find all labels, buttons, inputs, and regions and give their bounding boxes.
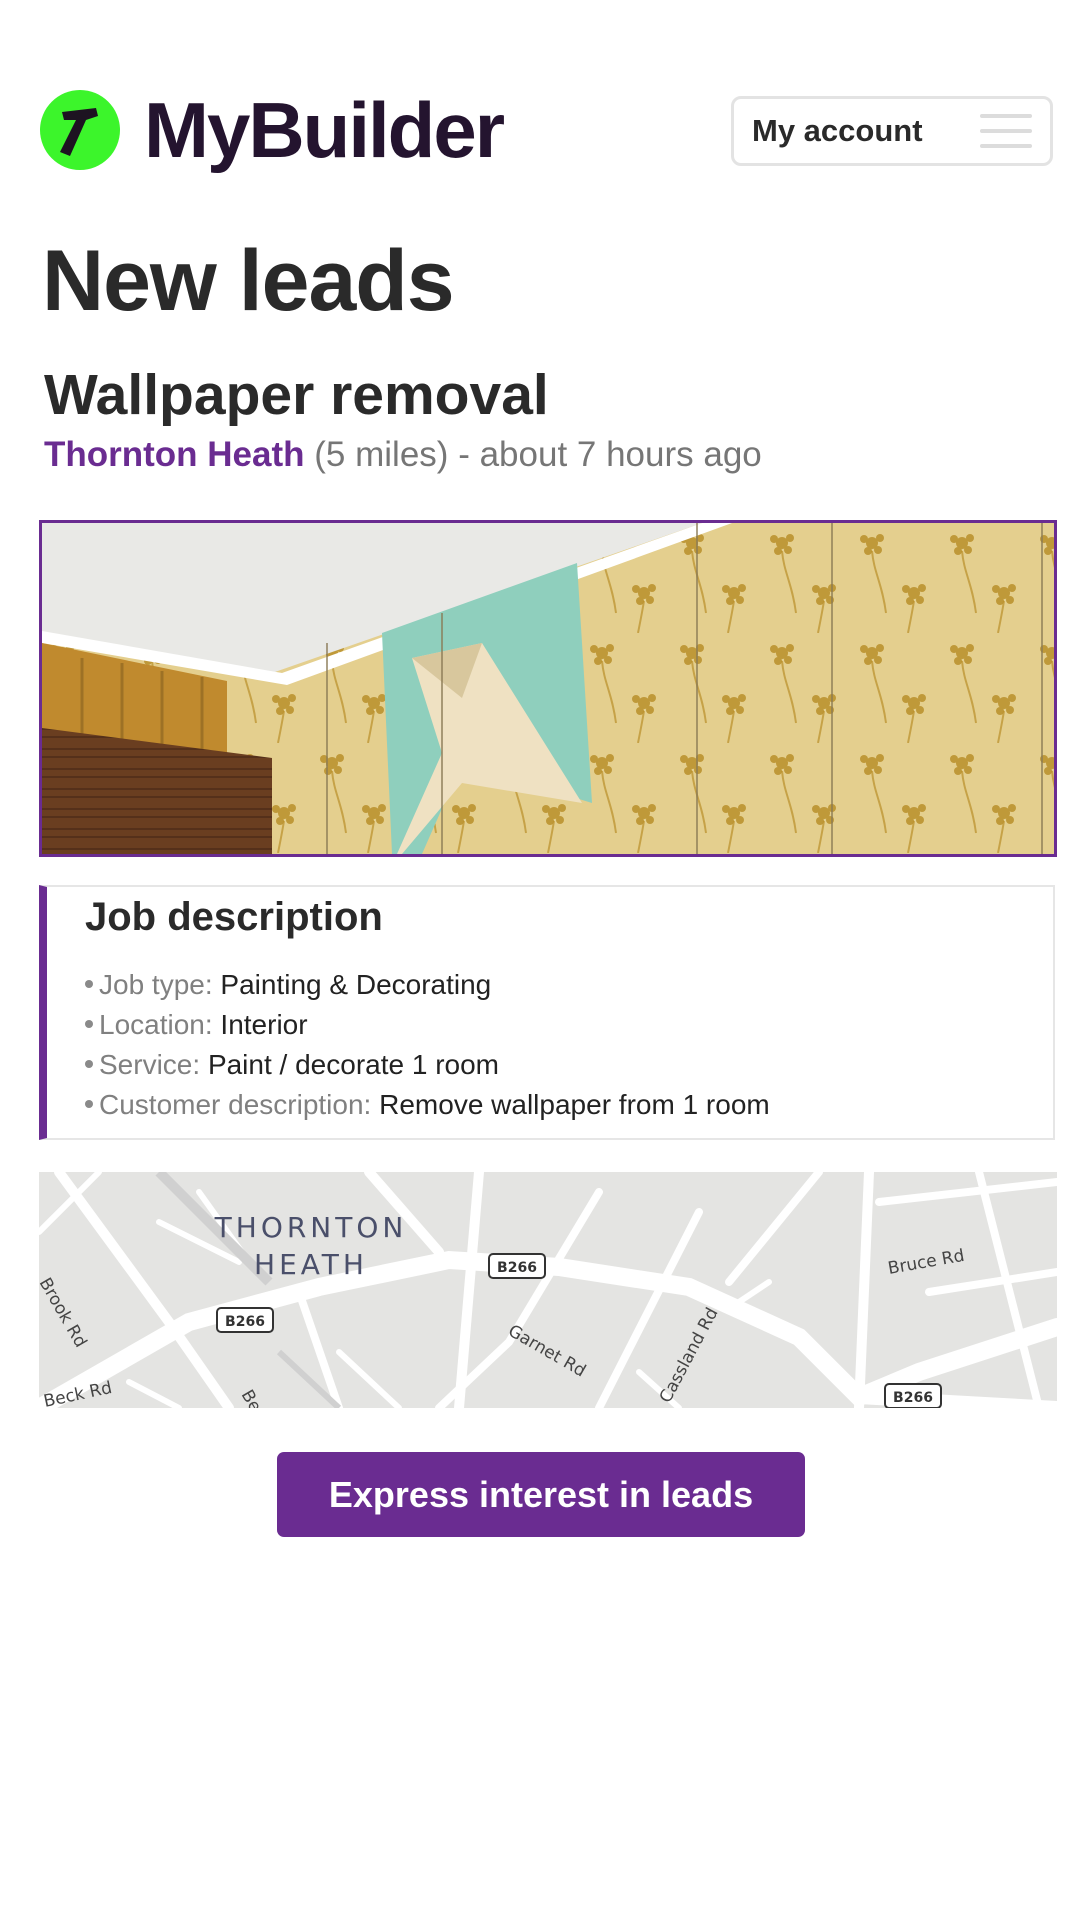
- service-item: Service: Paint / decorate 1 room: [85, 1045, 770, 1085]
- express-interest-button[interactable]: Express interest in leads: [277, 1452, 805, 1537]
- item-key: Location:: [99, 1009, 213, 1040]
- hamburger-menu-icon: [980, 114, 1032, 148]
- lead-photo[interactable]: [39, 520, 1057, 857]
- svg-text:THORNTON: THORNTON: [214, 1211, 408, 1244]
- customer-description-item: Customer description: Remove wallpaper f…: [85, 1085, 770, 1125]
- job-type-item: Job type: Painting & Decorating: [85, 965, 770, 1005]
- job-description-list: Job type: Painting & Decorating Location…: [85, 965, 770, 1125]
- item-value: Painting & Decorating: [220, 969, 492, 1000]
- brand-name: MyBuilder: [144, 86, 505, 174]
- lead-location: Thornton Heath: [44, 435, 305, 474]
- item-key: Customer description:: [99, 1089, 372, 1120]
- job-description-card: Job description Job type: Painting & Dec…: [39, 885, 1055, 1140]
- svg-text:B266: B266: [893, 1390, 933, 1406]
- job-description-heading: Job description: [85, 895, 383, 939]
- bullet-icon: [85, 1059, 93, 1068]
- lead-posted-time: about 7 hours ago: [479, 435, 762, 474]
- svg-text:B266: B266: [225, 1314, 265, 1330]
- lead-meta: Thornton Heath (5 miles) - about 7 hours…: [44, 435, 762, 475]
- bullet-icon: [85, 1099, 93, 1108]
- bullet-icon: [85, 1019, 93, 1028]
- mybuilder-logo[interactable]: MyBuilder: [40, 86, 505, 174]
- item-value: Paint / decorate 1 room: [207, 1049, 499, 1080]
- item-key: Service:: [99, 1049, 201, 1080]
- item-key: Job type:: [99, 969, 213, 1000]
- svg-text:B266: B266: [497, 1260, 537, 1276]
- lead-distance: (5 miles): [314, 435, 449, 474]
- bullet-icon: [85, 979, 93, 988]
- item-value: Interior: [220, 1009, 308, 1040]
- svg-text:HEATH: HEATH: [254, 1248, 368, 1281]
- my-account-button[interactable]: My account: [731, 96, 1053, 166]
- page-title: New leads: [42, 233, 455, 329]
- meta-separator: -: [458, 435, 470, 474]
- account-label: My account: [752, 113, 923, 148]
- lead-location-map[interactable]: THORNTON HEATH B266 B266 B266 Bruce Rd G…: [39, 1172, 1057, 1408]
- hammer-icon: [40, 90, 120, 170]
- item-value: Remove wallpaper from 1 room: [379, 1089, 770, 1120]
- lead-title[interactable]: Wallpaper removal: [44, 362, 549, 428]
- app-header: MyBuilder My account: [0, 0, 1081, 200]
- location-item: Location: Interior: [85, 1005, 770, 1045]
